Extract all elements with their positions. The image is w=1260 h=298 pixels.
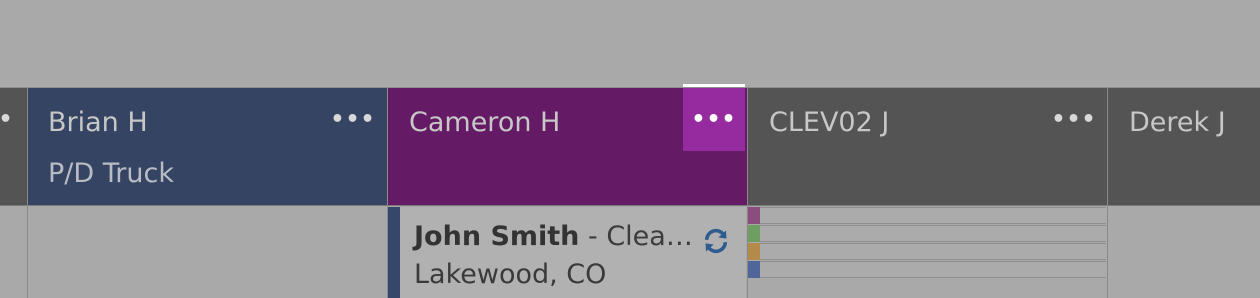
top-empty-band bbox=[0, 0, 1260, 87]
sync-icon[interactable] bbox=[702, 227, 730, 255]
column-menu-button[interactable]: ••• bbox=[0, 88, 22, 151]
column-header-brian-h[interactable]: Brian H P/D Truck ••• bbox=[27, 87, 387, 206]
column-menu-button[interactable]: ••• bbox=[1043, 88, 1105, 151]
clev-lane[interactable] bbox=[760, 243, 1106, 260]
job-card[interactable]: John Smith - Clea… Lakewood, CO bbox=[388, 207, 746, 298]
resource-header-row: ••• Brian H P/D Truck ••• Cameron H ••• … bbox=[0, 84, 1260, 207]
column-header-previous[interactable]: ••• bbox=[0, 87, 27, 206]
column-header-cameron-h[interactable]: Cameron H ••• bbox=[388, 84, 747, 206]
job-location: Lakewood, CO bbox=[414, 259, 607, 290]
clev-lane[interactable] bbox=[760, 225, 1106, 242]
column-title: CLEV02 J bbox=[769, 107, 890, 138]
job-card-title: John Smith - Clea… bbox=[414, 221, 693, 252]
lane-color-swatch bbox=[748, 207, 760, 224]
column-header-derek-j[interactable]: Derek J bbox=[1108, 87, 1260, 206]
clev-lane[interactable] bbox=[760, 261, 1106, 278]
column-subtitle: P/D Truck bbox=[48, 158, 174, 189]
column-divider bbox=[1107, 87, 1108, 298]
lane-color-swatch bbox=[748, 261, 760, 278]
column-menu-button[interactable]: ••• bbox=[322, 88, 384, 151]
column-divider bbox=[387, 87, 388, 298]
lane-color-swatch bbox=[748, 243, 760, 260]
column-menu-button[interactable]: ••• bbox=[683, 84, 745, 151]
column-divider bbox=[27, 87, 28, 298]
job-service-summary: - Clea… bbox=[579, 221, 693, 252]
column-title: Cameron H bbox=[409, 107, 561, 138]
job-customer-name: John Smith bbox=[414, 221, 580, 252]
clev-lane[interactable] bbox=[760, 207, 1106, 224]
schedule-body: John Smith - Clea… Lakewood, CO bbox=[0, 207, 1260, 298]
lane-color-swatch bbox=[748, 225, 760, 242]
column-title: Derek J bbox=[1129, 107, 1226, 138]
column-divider bbox=[747, 87, 748, 298]
column-title: Brian H bbox=[48, 107, 148, 138]
column-header-clev02-j[interactable]: CLEV02 J ••• bbox=[748, 87, 1107, 206]
